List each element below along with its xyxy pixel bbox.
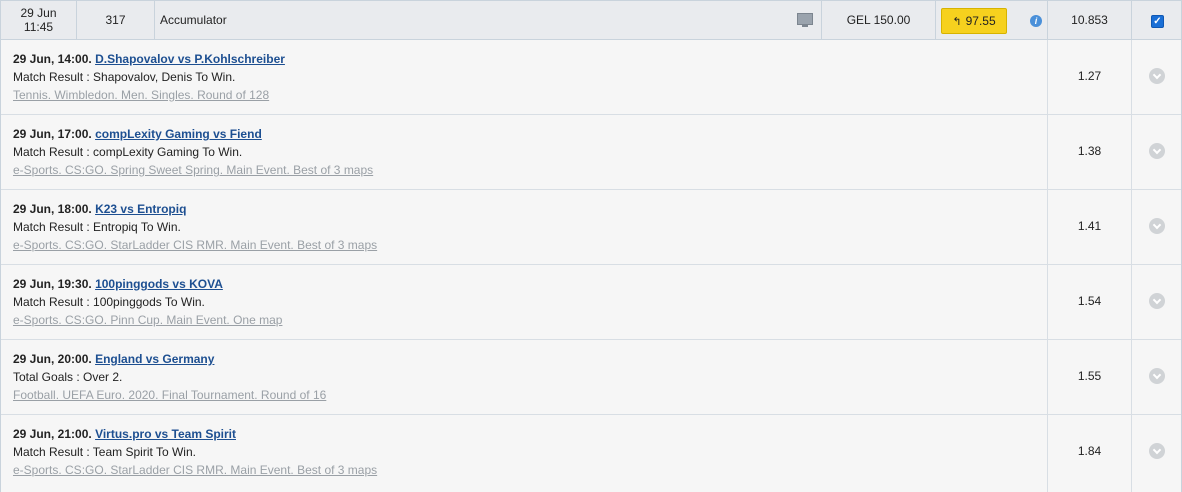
leg-title: 29 Jun, 19:30. 100pinggods vs KOVA xyxy=(13,277,223,291)
leg-competition-link[interactable]: e-Sports. CS:GO. StarLadder CIS RMR. Mai… xyxy=(13,463,377,477)
leg-details: 29 Jun, 18:00. K23 vs Entropiq Match Res… xyxy=(1,190,1048,264)
bet-stake: GEL 150.00 xyxy=(822,1,936,39)
leg-match-link[interactable]: compLexity Gaming vs Fiend xyxy=(95,127,262,141)
leg-market: Match Result : Team Spirit To Win. xyxy=(13,445,196,459)
leg-details: 29 Jun, 21:00. Virtus.pro vs Team Spirit… xyxy=(1,415,1048,492)
chevron-down-icon[interactable] xyxy=(1149,68,1165,84)
leg-odds: 1.41 xyxy=(1048,190,1132,264)
leg-row: 29 Jun, 18:00. K23 vs Entropiq Match Res… xyxy=(1,190,1181,265)
leg-odds: 1.84 xyxy=(1048,415,1132,492)
bet-card: 29 Jun 11:45 317 Accumulator GEL 150.00 … xyxy=(0,0,1182,492)
info-icon[interactable]: i xyxy=(1030,15,1042,27)
bet-time: 11:45 xyxy=(23,20,54,34)
leg-title: 29 Jun, 18:00. K23 vs Entropiq xyxy=(13,202,186,216)
leg-odds: 1.54 xyxy=(1048,265,1132,339)
monitor-icon[interactable] xyxy=(797,13,813,27)
leg-row: 29 Jun, 19:30. 100pinggods vs KOVA Match… xyxy=(1,265,1181,340)
leg-details: 29 Jun, 14:00. D.Shapovalov vs P.Kohlsch… xyxy=(1,40,1048,114)
leg-market: Match Result : Entropiq To Win. xyxy=(13,220,181,234)
leg-competition-link[interactable]: e-Sports. CS:GO. Spring Sweet Spring. Ma… xyxy=(13,163,373,177)
leg-details: 29 Jun, 19:30. 100pinggods vs KOVA Match… xyxy=(1,265,1048,339)
chevron-down-icon[interactable] xyxy=(1149,218,1165,234)
select-checkbox[interactable]: ✓ xyxy=(1151,15,1164,28)
leg-datetime: 29 Jun, 14:00. xyxy=(13,52,92,66)
leg-datetime: 29 Jun, 20:00. xyxy=(13,352,92,366)
chevron-down-icon[interactable] xyxy=(1149,293,1165,309)
cashout-cell: ↰ 97.55 i xyxy=(936,1,1048,39)
leg-details: 29 Jun, 17:00. compLexity Gaming vs Fien… xyxy=(1,115,1048,189)
leg-competition-link[interactable]: Tennis. Wimbledon. Men. Singles. Round o… xyxy=(13,88,269,102)
bet-date: 29 Jun xyxy=(20,6,57,20)
cashout-amount: 97.55 xyxy=(965,14,996,28)
leg-datetime: 29 Jun, 21:00. xyxy=(13,427,92,441)
leg-row: 29 Jun, 14:00. D.Shapovalov vs P.Kohlsch… xyxy=(1,40,1181,115)
leg-competition-link[interactable]: e-Sports. CS:GO. Pinn Cup. Main Event. O… xyxy=(13,313,282,327)
select-cell: ✓ xyxy=(1132,1,1181,39)
cashout-button[interactable]: ↰ 97.55 xyxy=(941,8,1007,34)
leg-odds: 1.38 xyxy=(1048,115,1132,189)
leg-competition-link[interactable]: Football. UEFA Euro. 2020. Final Tournam… xyxy=(13,388,326,402)
leg-title: 29 Jun, 20:00. England vs Germany xyxy=(13,352,214,366)
leg-match-link[interactable]: 100pinggods vs KOVA xyxy=(95,277,223,291)
leg-datetime: 29 Jun, 17:00. xyxy=(13,127,92,141)
leg-row: 29 Jun, 21:00. Virtus.pro vs Team Spirit… xyxy=(1,415,1181,492)
bet-total-odds: 10.853 xyxy=(1048,1,1132,39)
leg-row: 29 Jun, 17:00. compLexity Gaming vs Fien… xyxy=(1,115,1181,190)
bet-type: Accumulator xyxy=(160,13,227,27)
leg-market: Match Result : 100pinggods To Win. xyxy=(13,295,205,309)
leg-title: 29 Jun, 17:00. compLexity Gaming vs Fien… xyxy=(13,127,262,141)
chevron-down-icon[interactable] xyxy=(1149,368,1165,384)
leg-match-link[interactable]: K23 vs Entropiq xyxy=(95,202,186,216)
cashout-arrow-icon: ↰ xyxy=(952,16,962,28)
leg-competition-link[interactable]: e-Sports. CS:GO. StarLadder CIS RMR. Mai… xyxy=(13,238,377,252)
leg-match-link[interactable]: D.Shapovalov vs P.Kohlschreiber xyxy=(95,52,285,66)
chevron-down-icon[interactable] xyxy=(1149,143,1165,159)
leg-datetime: 29 Jun, 19:30. xyxy=(13,277,92,291)
leg-row: 29 Jun, 20:00. England vs Germany Total … xyxy=(1,340,1181,415)
bet-header-row[interactable]: 29 Jun 11:45 317 Accumulator GEL 150.00 … xyxy=(1,0,1181,40)
leg-market: Match Result : compLexity Gaming To Win. xyxy=(13,145,243,159)
leg-title: 29 Jun, 21:00. Virtus.pro vs Team Spirit xyxy=(13,427,236,441)
chevron-down-icon[interactable] xyxy=(1149,443,1165,459)
leg-market: Match Result : Shapovalov, Denis To Win. xyxy=(13,70,236,84)
leg-odds: 1.55 xyxy=(1048,340,1132,414)
leg-match-link[interactable]: England vs Germany xyxy=(95,352,214,366)
bet-id: 317 xyxy=(77,1,155,39)
leg-title: 29 Jun, 14:00. D.Shapovalov vs P.Kohlsch… xyxy=(13,52,285,66)
bet-type-cell: Accumulator xyxy=(155,1,822,39)
leg-details: 29 Jun, 20:00. England vs Germany Total … xyxy=(1,340,1048,414)
leg-odds: 1.27 xyxy=(1048,40,1132,114)
leg-market: Total Goals : Over 2. xyxy=(13,370,123,384)
bet-date-cell: 29 Jun 11:45 xyxy=(1,1,77,39)
leg-match-link[interactable]: Virtus.pro vs Team Spirit xyxy=(95,427,236,441)
leg-datetime: 29 Jun, 18:00. xyxy=(13,202,92,216)
bet-legs-list: 29 Jun, 14:00. D.Shapovalov vs P.Kohlsch… xyxy=(1,40,1181,492)
